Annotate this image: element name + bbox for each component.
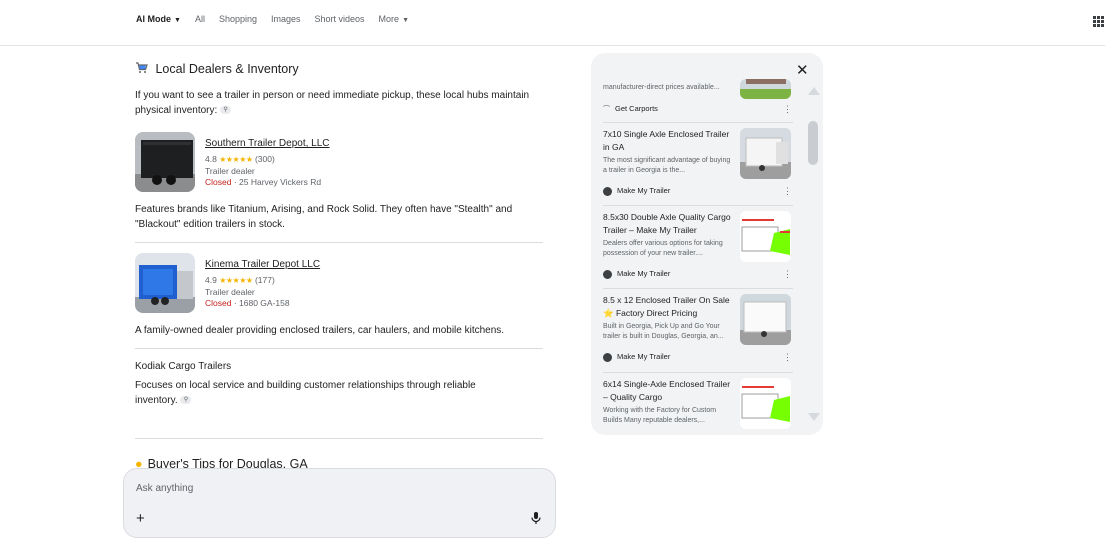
- more-options-icon[interactable]: ⋮: [783, 104, 792, 115]
- source-title[interactable]: 6x14 Single-Axle Enclosed Trailer – Qual…: [603, 378, 735, 403]
- dealer-note: Features brands like Titanium, Arising, …: [135, 204, 513, 230]
- source-thumbnail: [740, 294, 791, 345]
- divider: [135, 348, 543, 349]
- tab-all[interactable]: All: [195, 14, 205, 24]
- caret-down-icon: ▼: [402, 17, 409, 24]
- tab-images[interactable]: Images: [271, 14, 301, 24]
- source-site: Make My Trailer: [603, 186, 670, 196]
- sources-panel: ✕ manufacturer-direct prices available..…: [591, 53, 823, 435]
- star-rating-icon: ★★★★★: [219, 155, 253, 164]
- divider: [603, 372, 793, 373]
- search-tabs: AI Mode ▼ All Shopping Images Short video…: [136, 14, 423, 24]
- source-thumbnail: [740, 211, 791, 262]
- tab-short-videos[interactable]: Short videos: [315, 14, 365, 24]
- section-title: Local Dealers & Inventory: [135, 62, 299, 76]
- source-snippet: Built in Georgia, Pick Up and Go Your tr…: [603, 323, 724, 340]
- source-thumbnail: [740, 378, 791, 429]
- intro-text: If you want to see a trailer in person o…: [135, 88, 545, 118]
- source-snippet: The most significant advantage of buying…: [603, 157, 731, 174]
- dealer-name-link[interactable]: Southern Trailer Depot, LLC: [205, 138, 330, 149]
- divider: [603, 288, 793, 289]
- divider: [603, 205, 793, 206]
- source-site: Make My Trailer: [603, 269, 670, 279]
- tab-more[interactable]: More ▼: [379, 14, 409, 24]
- source-site-name: Get Carports: [615, 104, 658, 113]
- more-options-icon[interactable]: ⋮: [783, 269, 792, 280]
- rating-value: 4.9: [205, 275, 217, 285]
- rating-value: 4.8: [205, 154, 217, 164]
- source-site-name: Make My Trailer: [617, 269, 671, 278]
- dealer-type: Trailer dealer: [205, 166, 255, 176]
- review-count: (300): [254, 154, 275, 164]
- dealer-address: · 1680 GA-158: [233, 298, 290, 308]
- divider: [135, 438, 543, 439]
- closed-status: Closed: [205, 298, 232, 308]
- dealer-type: Trailer dealer: [205, 287, 255, 297]
- dealer-address: · 25 Harvey Vickers Rd: [233, 177, 322, 187]
- source-title[interactable]: 8.5 x 12 Enclosed Trailer On Sale ⭐ Fact…: [603, 294, 735, 319]
- dealer-note: A family-owned dealer providing enclosed…: [135, 325, 505, 336]
- intro-text-body: If you want to see a trailer in person o…: [135, 90, 530, 116]
- tab-shopping[interactable]: Shopping: [219, 14, 257, 24]
- link-icon[interactable]: ⚲: [180, 396, 192, 405]
- add-button[interactable]: +: [136, 510, 145, 527]
- make-my-trailer-logo-icon: [603, 186, 612, 196]
- source-site-name: Make My Trailer: [617, 352, 671, 361]
- make-my-trailer-logo-icon: [603, 269, 612, 279]
- dealer-status: Closed · 25 Harvey Vickers Rd: [205, 177, 321, 187]
- tab-label: More: [378, 14, 400, 24]
- source-thumbnail: [740, 128, 791, 179]
- source-thumbnail: [740, 79, 791, 99]
- apps-grid-icon[interactable]: [1093, 16, 1104, 27]
- link-icon[interactable]: ⚲: [220, 106, 232, 115]
- scroll-down-icon[interactable]: [808, 413, 820, 421]
- scroll-up-icon[interactable]: [808, 87, 820, 95]
- cart-icon: [135, 62, 155, 76]
- tab-ai-mode[interactable]: AI Mode ▼: [136, 14, 181, 24]
- source-card[interactable]: 8.5 x 12 Enclosed Trailer On Sale ⭐ Fact…: [603, 294, 792, 369]
- closed-status: Closed: [205, 177, 232, 187]
- source-snippet: Dealers offer various options for taking…: [603, 240, 723, 257]
- source-title[interactable]: 7x10 Single Axle Enclosed Trailer in GA: [603, 128, 735, 153]
- dealer-card[interactable]: Kinema Trailer Depot LLC 4.9 ★★★★★ (177)…: [135, 253, 545, 315]
- make-my-trailer-logo-icon: [603, 352, 612, 362]
- kodiak-text: Focuses on local service and building cu…: [135, 378, 505, 408]
- divider: [135, 242, 543, 243]
- source-card[interactable]: manufacturer-direct prices available... …: [603, 79, 792, 123]
- source-title[interactable]: 8.5x30 Double Axle Quality Cargo Trailer…: [603, 211, 735, 236]
- source-card[interactable]: 6x14 Single-Axle Enclosed Trailer – Qual…: [603, 378, 792, 435]
- source-site: ⌒ Get Carports: [603, 104, 658, 114]
- ask-input-placeholder[interactable]: Ask anything: [136, 483, 193, 494]
- source-card[interactable]: 8.5x30 Double Axle Quality Cargo Trailer…: [603, 211, 792, 286]
- source-snippet: manufacturer-direct prices available...: [603, 84, 720, 91]
- kodiak-title: Kodiak Cargo Trailers: [135, 361, 232, 372]
- dealer-card[interactable]: Southern Trailer Depot, LLC 4.8 ★★★★★ (3…: [135, 132, 545, 194]
- microphone-icon[interactable]: [530, 511, 542, 525]
- dealer-name-link[interactable]: Kinema Trailer Depot LLC: [205, 259, 320, 270]
- source-site: Make My Trailer: [603, 352, 670, 362]
- caret-down-icon: ▼: [174, 17, 181, 24]
- ask-input-box[interactable]: Ask anything +: [123, 468, 556, 538]
- close-icon[interactable]: ✕: [796, 61, 809, 79]
- review-count: (177): [254, 275, 275, 285]
- section-title-text: Local Dealers & Inventory: [155, 62, 299, 76]
- carport-icon: ⌒: [603, 106, 610, 113]
- tab-label: AI Mode: [136, 14, 171, 24]
- top-nav-bar: AI Mode ▼ All Shopping Images Short video…: [0, 0, 1105, 46]
- more-options-icon[interactable]: ⋮: [783, 352, 792, 363]
- source-site-name: Make My Trailer: [617, 186, 671, 195]
- star-rating-icon: ★★★★★: [219, 276, 253, 285]
- dealer-photo: [135, 253, 195, 313]
- dealer-status: Closed · 1680 GA-158: [205, 298, 290, 308]
- dealer-rating: 4.9 ★★★★★ (177): [205, 275, 275, 285]
- dealer-rating: 4.8 ★★★★★ (300): [205, 154, 275, 164]
- divider: [603, 122, 793, 123]
- source-card[interactable]: 7x10 Single Axle Enclosed Trailer in GA …: [603, 128, 792, 203]
- more-options-icon[interactable]: ⋮: [783, 186, 792, 197]
- dealer-photo: [135, 132, 195, 192]
- scrollbar-thumb[interactable]: [808, 121, 818, 165]
- source-snippet: Working with the Factory for Custom Buil…: [603, 407, 717, 424]
